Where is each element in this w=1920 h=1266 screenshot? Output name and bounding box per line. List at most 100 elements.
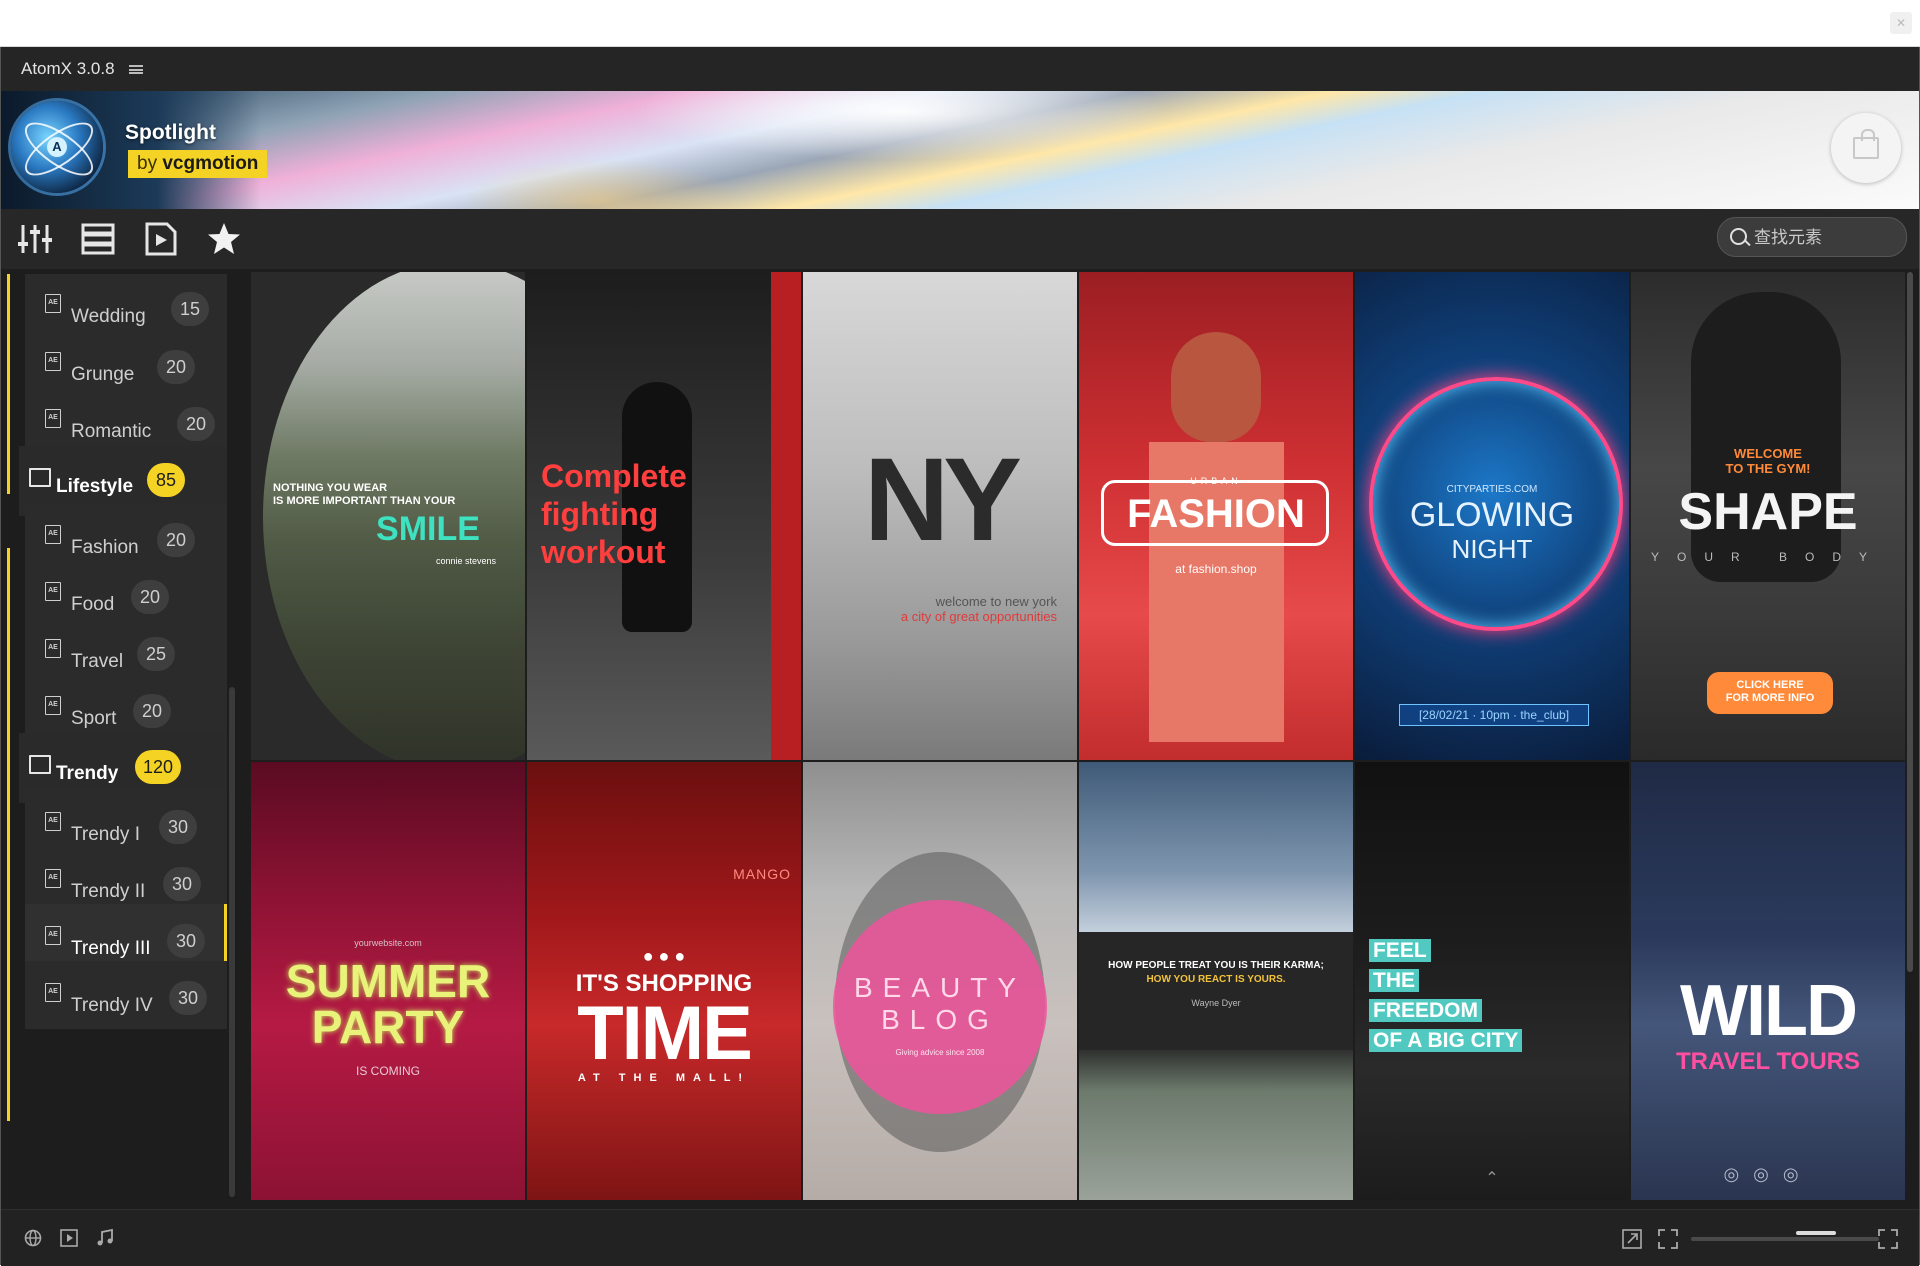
sidebar-item-label: Trendy II [71,881,146,902]
sidebar-item-label: Romantic [71,421,152,442]
sidebar-item-romantic[interactable]: AE Romantic 20 [25,387,227,455]
template-tile[interactable]: CITYPARTIES.COM GLOWING NIGHT [28/02/21 ·… [1355,272,1629,760]
author-prefix: by [137,153,158,174]
music-icon[interactable] [95,1228,115,1248]
author-name: vcgmotion [162,153,259,174]
item-count-badge: 30 [169,981,207,1015]
tile-text: at fashion.shop [1175,562,1257,576]
sidebar-item-label: Travel [71,651,124,672]
ae-file-icon: AE [45,409,61,428]
sidebar-item-sport[interactable]: AE Sport 20 [25,674,227,742]
template-tile[interactable]: yourwebsite.com SUMMER PARTY IS COMING [251,762,525,1200]
tile-caption: yourwebsite.com [354,938,422,948]
list-view-icon[interactable] [80,221,116,257]
search-box[interactable] [1717,217,1907,257]
video-icon[interactable] [59,1228,79,1248]
atomx-panel: AtomX 3.0.8 A Spotlight by vcgmotion 查找元… [0,47,1920,1266]
category-sidebar: AE Wedding 15 AE Grunge 20 AE Romantic 2… [7,274,227,1200]
tile-caption: Giving advice since 2008 [895,1048,985,1057]
sidebar-item-label: Grunge [71,364,135,385]
tile-headline: Complete fighting workout [541,458,687,570]
template-tile[interactable]: HOW PEOPLE TREAT YOU IS THEIR KARMA; HOW… [1079,762,1353,1200]
location-pin-icon: ◎◎◎ [1723,1164,1813,1184]
sidebar-item-label: Trendy IV [71,995,153,1016]
tile-headline: SHAPE [1678,483,1858,541]
ae-file-icon: AE [45,582,61,601]
sidebar-item-trendy-iv[interactable]: AE Trendy IV 30 [25,961,227,1029]
tile-text: WELCOME TO THE GYM! [1725,446,1811,476]
ae-file-icon: AE [45,294,61,313]
item-count-badge: 20 [157,350,195,384]
tile-headline: FEEL THE FREEDOM OF A BIG CITY [1369,936,1523,1056]
template-tile[interactable]: URBAN FASHION at fashion.shop [1079,272,1353,760]
item-count-badge: 25 [137,637,175,671]
folder-icon [29,468,51,487]
tile-text: NOTHING YOU WEAR IS MORE IMPORTANT THAN Y… [273,482,456,507]
template-tile[interactable]: WILD TRAVEL TOURS ◎◎◎ [1631,762,1905,1200]
sidebar-item-label: Wedding [71,306,146,327]
tile-text: HOW PEOPLE TREAT YOU IS THEIR KARMA; [1108,960,1324,971]
sidebar-indicator [7,548,10,1121]
ae-file-icon: AE [45,983,61,1002]
red-stripe [771,272,801,760]
tile-text: welcome to new york a city of great oppor… [900,594,1057,624]
template-tile[interactable]: FEEL THE FREEDOM OF A BIG CITY ⌃ [1355,762,1629,1200]
sidebar-category-label: Trendy [56,763,119,784]
fullscreen-icon[interactable] [1877,1228,1899,1250]
tile-headline: FASHION [1127,492,1305,536]
zoom-slider[interactable] [1691,1237,1879,1241]
sidebar-scrollbar[interactable] [229,687,235,1197]
click-here-button: CLICK HERE FOR MORE INFO [1707,672,1833,714]
os-window-bar: ✕ [0,0,1920,47]
globe-icon[interactable] [23,1228,43,1248]
open-external-icon[interactable] [1621,1228,1643,1250]
template-tile[interactable]: Complete fighting workout [527,272,801,760]
search-input[interactable] [1752,226,1896,250]
sidebar-item-label: Fashion [71,537,139,558]
sidebar-indicator [7,274,10,494]
window-close-button[interactable]: ✕ [1890,12,1912,34]
category-count-badge: 120 [135,750,182,784]
zoom-slider-thumb[interactable] [1796,1231,1836,1235]
shopping-bag-icon [1853,129,1879,159]
toolbar [1,209,1919,269]
item-count-badge: 20 [177,407,215,441]
pack-banner: A Spotlight by vcgmotion [1,91,1919,209]
quote-band [1079,932,1353,1050]
tile-text: TRAVEL TOURS [1675,1048,1861,1075]
status-bar [1,1209,1919,1266]
template-tile[interactable]: NY welcome to new york a city of great op… [803,272,1077,760]
folder-icon [29,755,51,774]
pack-title: Spotlight [125,121,216,144]
tile-text: IS COMING [355,1064,420,1078]
tile-headline: BEAUTY BLOG [853,972,1027,1035]
tile-text: HOW YOU REACT IS YOURS. [1146,974,1286,985]
dots-icon: ● ● ● [642,946,686,966]
template-tile[interactable]: BEAUTY BLOG Giving advice since 2008 [803,762,1077,1200]
event-date: [28/02/21 · 10pm · the_club] [1399,704,1589,726]
author-badge[interactable]: by vcgmotion [128,150,268,178]
ae-file-icon: AE [45,639,61,658]
grid-scrollbar[interactable] [1907,272,1913,972]
ae-file-icon: AE [45,926,61,945]
tile-headline: SUMMER PARTY [285,955,491,1053]
model-face [1171,332,1261,442]
tile-caption: AT THE MALL! [577,1072,751,1084]
tile-headline: WILD [1680,971,1858,1051]
sidebar-item-label: Sport [71,708,117,729]
template-tile[interactable]: NOTHING YOU WEAR IS MORE IMPORTANT THAN Y… [251,272,525,760]
tile-caption: YOUR BODY [1650,550,1885,564]
ae-file-icon: AE [45,869,61,888]
video-preview-icon[interactable] [143,221,179,257]
shop-button[interactable] [1831,113,1901,183]
favorites-star-icon[interactable] [206,221,242,257]
settings-sliders-icon[interactable] [17,221,53,257]
tile-caption: MANGO [733,866,791,882]
hamburger-menu-icon[interactable] [129,65,143,74]
search-icon [1730,228,1747,245]
template-tile[interactable]: MANGO ● ● ● IT'S SHOPPING TIME AT THE MA… [527,762,801,1200]
ae-file-icon: AE [45,812,61,831]
tile-caption: Wayne Dyer [1191,998,1241,1008]
template-tile[interactable]: WELCOME TO THE GYM! SHAPE YOUR BODY CLICK… [1631,272,1905,760]
fit-size-icon[interactable] [1657,1228,1679,1250]
